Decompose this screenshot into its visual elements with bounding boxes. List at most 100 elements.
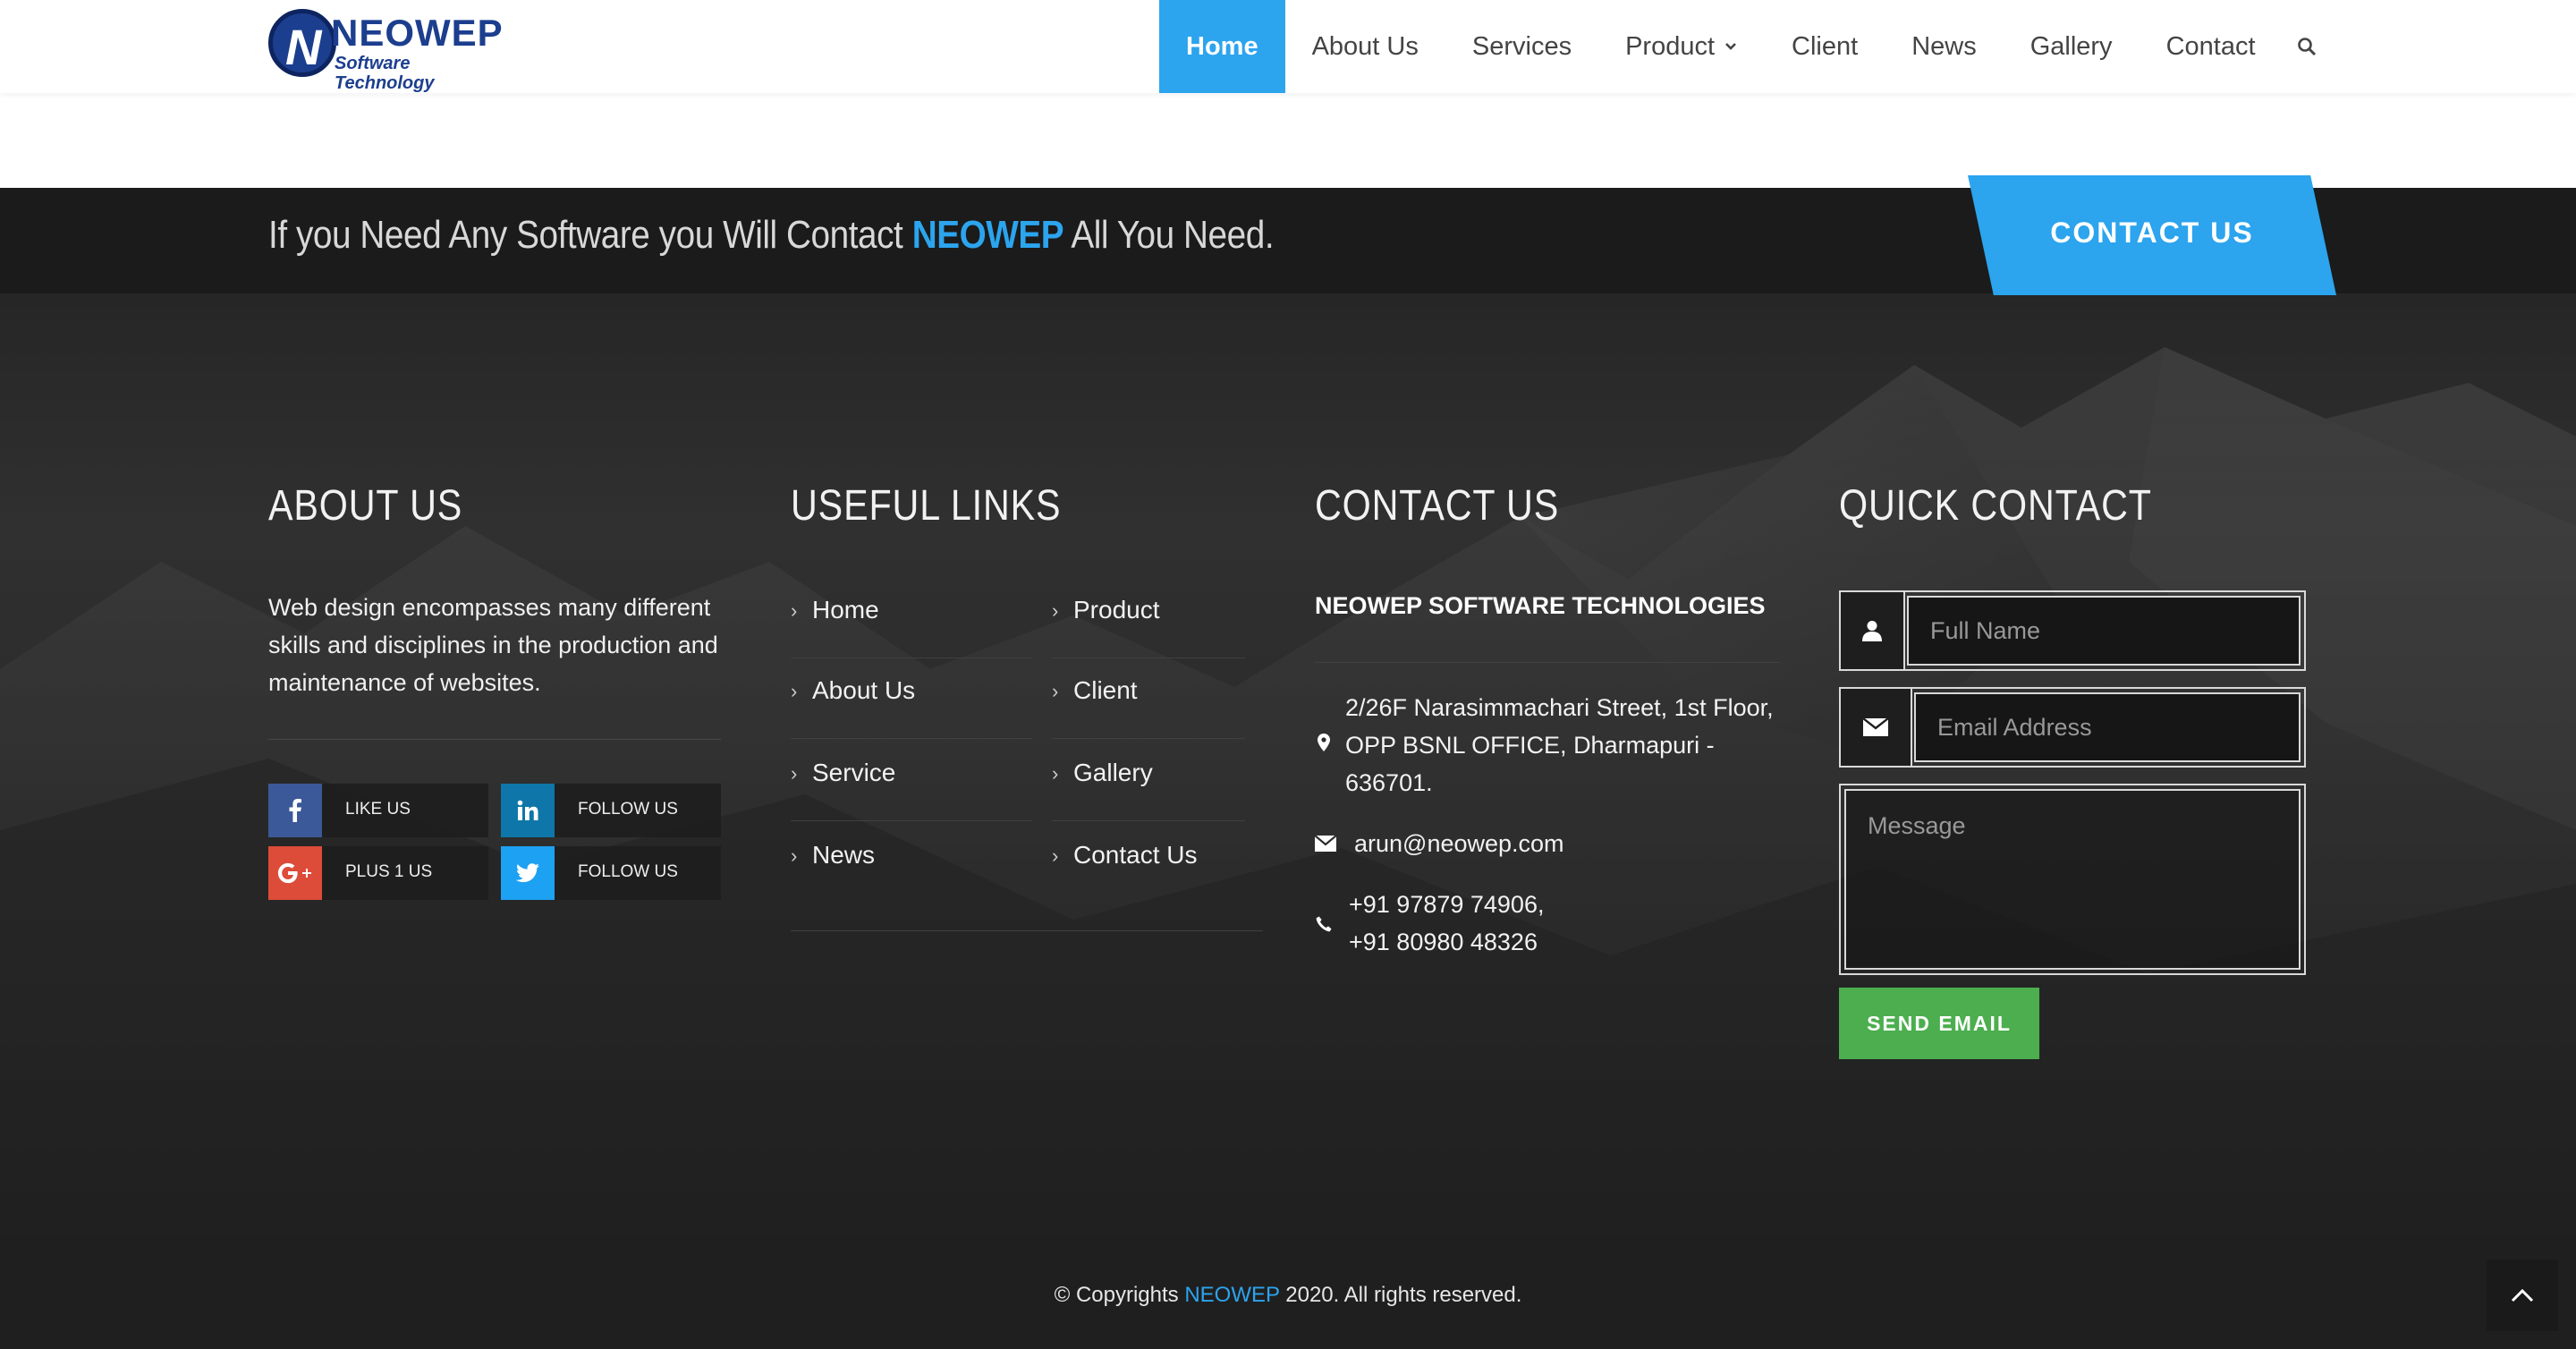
full-name-field [1839, 590, 2306, 671]
link-label: Product [1073, 596, 1160, 624]
search-icon [2297, 38, 2316, 56]
nav-home[interactable]: Home [1159, 0, 1285, 93]
chevron-right-icon: › [1052, 762, 1059, 785]
chevron-right-icon: › [1052, 599, 1059, 622]
full-name-input[interactable] [1907, 596, 2301, 666]
message-field [1839, 784, 2306, 975]
about-title: ABOUT US [268, 482, 463, 530]
chevron-right-icon: › [791, 680, 798, 702]
facebook-like-button[interactable]: LIKE US [268, 784, 488, 837]
twitter-follow-button[interactable]: FOLLOW US [501, 846, 721, 900]
google-plus-button[interactable]: PLUS 1 US [268, 846, 488, 900]
linkedin-icon [501, 784, 555, 837]
phone-number[interactable]: +91 97879 74906, [1349, 886, 1544, 923]
facebook-icon [268, 784, 322, 837]
nav-product[interactable]: Product [1598, 0, 1765, 93]
nav-label: Contact [2165, 31, 2256, 61]
footer-link-product[interactable]: › Product [1052, 578, 1245, 658]
link-label: Gallery [1073, 759, 1153, 786]
copyright-text: © Copyrights NEOWEP 2020. All rights res… [0, 1283, 2576, 1308]
chevron-right-icon: › [1052, 680, 1059, 702]
quick-contact-title: QUICK CONTACT [1839, 482, 2152, 530]
neowep-logo[interactable]: N NEOWEP Software Technology [268, 9, 504, 93]
cta-brand: NEOWEP [911, 213, 1064, 257]
company-name: NEOWEP SOFTWARE TECHNOLOGIES [1315, 592, 1766, 619]
logo-mark: N [268, 9, 336, 77]
main-nav: Home About Us Services Product Client Ne… [1159, 0, 2327, 93]
cta-button-label: CONTACT US [2050, 216, 2254, 249]
footer-link-gallery[interactable]: › Gallery [1052, 741, 1245, 821]
nav-services[interactable]: Services [1445, 0, 1598, 93]
nav-label: Home [1186, 31, 1258, 61]
logo-wordmark: NEOWEP [331, 12, 504, 54]
phone-number[interactable]: +91 80980 48326 [1349, 923, 1544, 961]
site-footer: ABOUT US Web design encompasses many dif… [0, 293, 2576, 1234]
email-address-input[interactable] [1914, 692, 2301, 762]
user-icon [1841, 592, 1905, 669]
footer-link-news[interactable]: › News [791, 823, 1032, 904]
footer-link-contact-us[interactable]: › Contact Us [1052, 823, 1245, 904]
nav-client[interactable]: Client [1765, 0, 1885, 93]
phone-icon [1315, 916, 1333, 932]
chevron-right-icon: › [791, 762, 798, 785]
address-line: 2/26F Narasimmachari Street, 1st Floor, [1345, 694, 1774, 721]
chevron-up-icon [2511, 1288, 2534, 1302]
envelope-icon [1315, 836, 1336, 852]
chevron-down-icon [1725, 43, 1736, 50]
links-title: USEFUL LINKS [791, 482, 1062, 530]
cta-text-after: All You Need. [1071, 213, 1275, 257]
social-label: LIKE US [345, 800, 411, 819]
contact-us-button[interactable]: CONTACT US [1968, 175, 2336, 295]
link-label: Service [812, 759, 896, 786]
copyright-bar: © Copyrights NEOWEP 2020. All rights res… [0, 1234, 2576, 1349]
logo-tagline: Software Technology [335, 54, 435, 93]
footer-link-home[interactable]: › Home [791, 578, 1032, 658]
link-label: News [812, 841, 876, 869]
copyright-prefix: © Copyrights [1054, 1283, 1179, 1307]
nav-label: Gallery [2029, 31, 2113, 61]
divider [791, 930, 1263, 931]
about-text: Web design encompasses many different sk… [268, 594, 718, 696]
envelope-icon [1841, 689, 1912, 766]
nav-news[interactable]: News [1885, 0, 2004, 93]
phone-numbers: +91 97879 74906, +91 80980 48326 [1349, 886, 1544, 961]
footer-link-service[interactable]: › Service [791, 741, 1032, 821]
footer-link-about-us[interactable]: › About Us [791, 658, 1032, 739]
link-label: Contact Us [1073, 841, 1198, 869]
chevron-right-icon: › [791, 844, 798, 867]
address: 2/26F Narasimmachari Street, 1st Floor, … [1345, 689, 1774, 802]
link-label: Client [1073, 676, 1138, 704]
chevron-right-icon: › [1052, 844, 1059, 867]
divider [268, 739, 721, 740]
chevron-right-icon: › [791, 599, 798, 622]
copyright-suffix: 2020. All rights reserved. [1285, 1283, 1522, 1307]
nav-label: About Us [1311, 31, 1419, 61]
email-link[interactable]: arun@neowep.com [1354, 825, 1564, 862]
social-label: FOLLOW US [578, 862, 678, 881]
map-marker-icon [1315, 734, 1333, 751]
google-plus-icon [268, 846, 322, 900]
search-button[interactable] [2283, 0, 2327, 93]
site-header: N NEOWEP Software Technology Home About … [0, 0, 2576, 93]
nav-label: Services [1471, 31, 1572, 61]
nav-contact[interactable]: Contact [2140, 0, 2283, 93]
nav-label: Client [1792, 31, 1859, 61]
twitter-icon [501, 846, 555, 900]
divider [1315, 662, 1780, 663]
cta-text: If you Need Any Software you Will Contac… [268, 213, 1275, 258]
address-line: OPP BSNL OFFICE, Dharmapuri - [1345, 732, 1715, 759]
nav-about-us[interactable]: About Us [1285, 0, 1445, 93]
linkedin-follow-button[interactable]: FOLLOW US [501, 784, 721, 837]
nav-label: News [1911, 31, 1977, 61]
send-email-button[interactable]: SEND EMAIL [1839, 988, 2039, 1059]
nav-gallery[interactable]: Gallery [2004, 0, 2140, 93]
message-textarea[interactable] [1844, 789, 2301, 970]
scroll-to-top-button[interactable] [2487, 1260, 2558, 1331]
social-label: FOLLOW US [578, 800, 678, 819]
email-field [1839, 687, 2306, 768]
copyright-brand-link[interactable]: NEOWEP [1184, 1283, 1279, 1307]
nav-label: Product [1625, 31, 1716, 61]
footer-link-client[interactable]: › Client [1052, 658, 1245, 739]
social-label: PLUS 1 US [345, 862, 433, 881]
contact-title: CONTACT US [1315, 482, 1560, 530]
